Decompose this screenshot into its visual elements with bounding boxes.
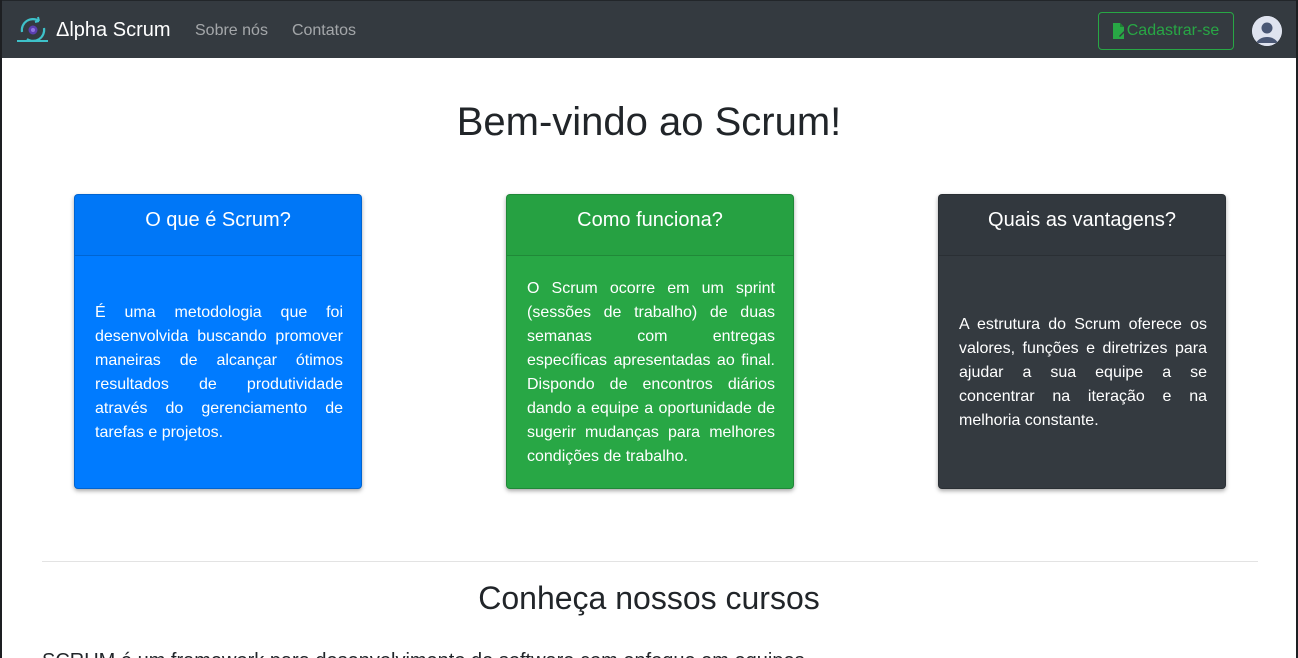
nav-link-contatos[interactable]: Contatos <box>292 21 356 41</box>
window-edge-left <box>0 0 2 658</box>
signup-label: Cadastrar-se <box>1126 22 1220 39</box>
card-what-is-scrum: O que é Scrum? É uma metodologia que foi… <box>74 194 362 489</box>
scrum-cycle-logo-icon <box>17 16 49 44</box>
signup-button[interactable]: Cadastrar-se <box>1098 12 1234 50</box>
card-text: É uma metodologia que foi desenvolvida b… <box>95 304 343 441</box>
nav-link-sobre-nos[interactable]: Sobre nós <box>195 21 268 41</box>
card-body: A estrutura do Scrum oferece os valores,… <box>939 256 1225 488</box>
page-title: Bem-vindo ao Scrum! <box>456 100 842 144</box>
courses-intro-text: SCRUM é um framework para desenvolviment… <box>42 646 1258 658</box>
file-signature-icon <box>1112 23 1126 39</box>
card-how-it-works: Como funciona? O Scrum ocorre em um spri… <box>506 194 794 489</box>
brand-name: Δlpha Scrum <box>56 19 171 41</box>
card-text: O Scrum ocorre em um sprint (sessões de … <box>527 280 775 465</box>
nav-links: Sobre nós Contatos <box>195 21 380 41</box>
navbar: Δlpha Scrum Sobre nós Contatos Cadastrar… <box>0 0 1298 58</box>
brand-link[interactable]: Δlpha Scrum <box>17 16 171 44</box>
card-body: É uma metodologia que foi desenvolvida b… <box>75 256 361 488</box>
card-body: O Scrum ocorre em um sprint (sessões de … <box>507 256 793 488</box>
card-header: Como funciona? <box>507 195 793 256</box>
page: Δlpha Scrum Sobre nós Contatos Cadastrar… <box>0 0 1298 658</box>
courses-title: Conheça nossos cursos <box>478 580 820 616</box>
card-advantages: Quais as vantagens? A estrutura do Scrum… <box>938 194 1226 489</box>
section-divider <box>42 561 1258 562</box>
user-avatar-icon[interactable] <box>1252 16 1282 46</box>
card-header: Quais as vantagens? <box>939 195 1225 256</box>
card-text: A estrutura do Scrum oferece os valores,… <box>959 316 1207 429</box>
card-header: O que é Scrum? <box>75 195 361 256</box>
